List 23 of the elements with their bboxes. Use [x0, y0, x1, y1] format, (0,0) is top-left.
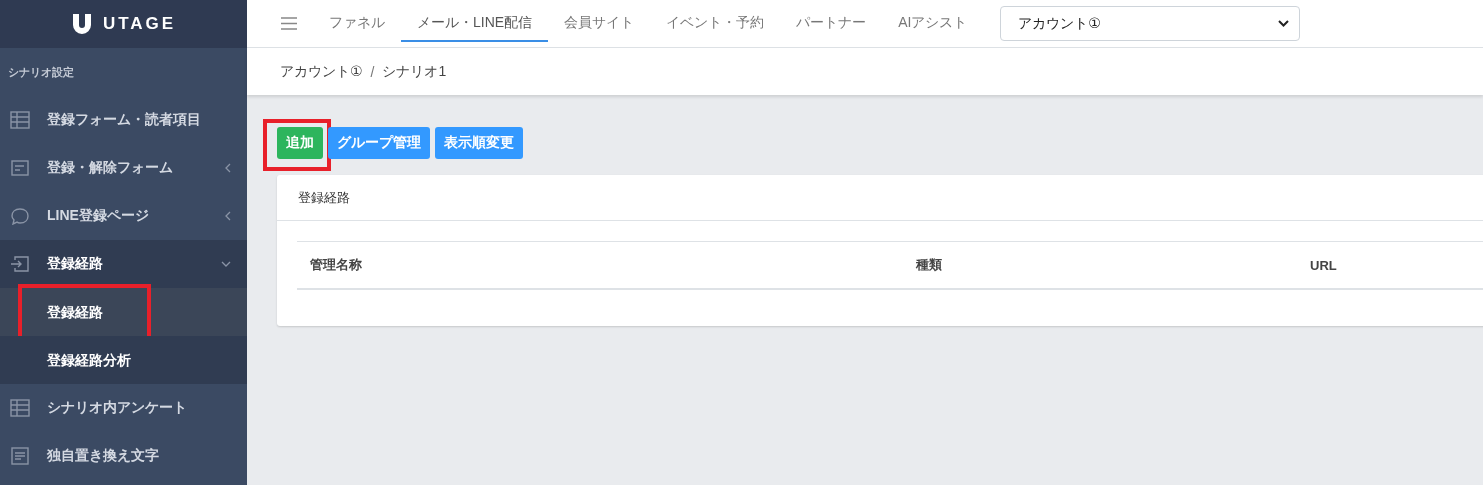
- nav-tab[interactable]: イベント・予約: [650, 6, 781, 42]
- sidebar-item[interactable]: シナリオ内アンケート: [0, 384, 247, 432]
- sidebar-item[interactable]: 登録経路: [0, 240, 247, 288]
- nav-tab[interactable]: パートナー: [780, 6, 883, 42]
- sidebar-item[interactable]: 独自置き換え文字: [0, 432, 247, 480]
- nav-tab[interactable]: ファネル: [313, 6, 401, 42]
- sidebar-item[interactable]: 登録フォーム・読者項目: [0, 96, 247, 144]
- nav-tab[interactable]: AIアシスト: [882, 6, 984, 42]
- submenu-item[interactable]: 登録経路分析: [0, 336, 247, 384]
- nav-tab[interactable]: 会員サイト: [548, 6, 651, 42]
- breadcrumb-item[interactable]: シナリオ1: [382, 62, 447, 81]
- column-header: 管理名称: [309, 256, 363, 274]
- account-select[interactable]: アカウント①: [1000, 6, 1301, 41]
- nav-tab[interactable]: メール・LINE配信: [401, 6, 549, 42]
- section-title: シナリオ設定: [7, 65, 75, 80]
- sidebar-item[interactable]: LINE登録ページ: [0, 192, 247, 240]
- column-header: URL: [1309, 257, 1337, 273]
- logo[interactable]: UTAGE: [0, 0, 247, 48]
- breadcrumb-separator: /: [370, 63, 375, 80]
- column-header: 種類: [915, 256, 943, 274]
- card-title: 登録経路: [298, 188, 350, 207]
- breadcrumb-item[interactable]: アカウント①: [280, 62, 363, 81]
- sidebar-item[interactable]: 登録・解除フォーム: [0, 144, 247, 192]
